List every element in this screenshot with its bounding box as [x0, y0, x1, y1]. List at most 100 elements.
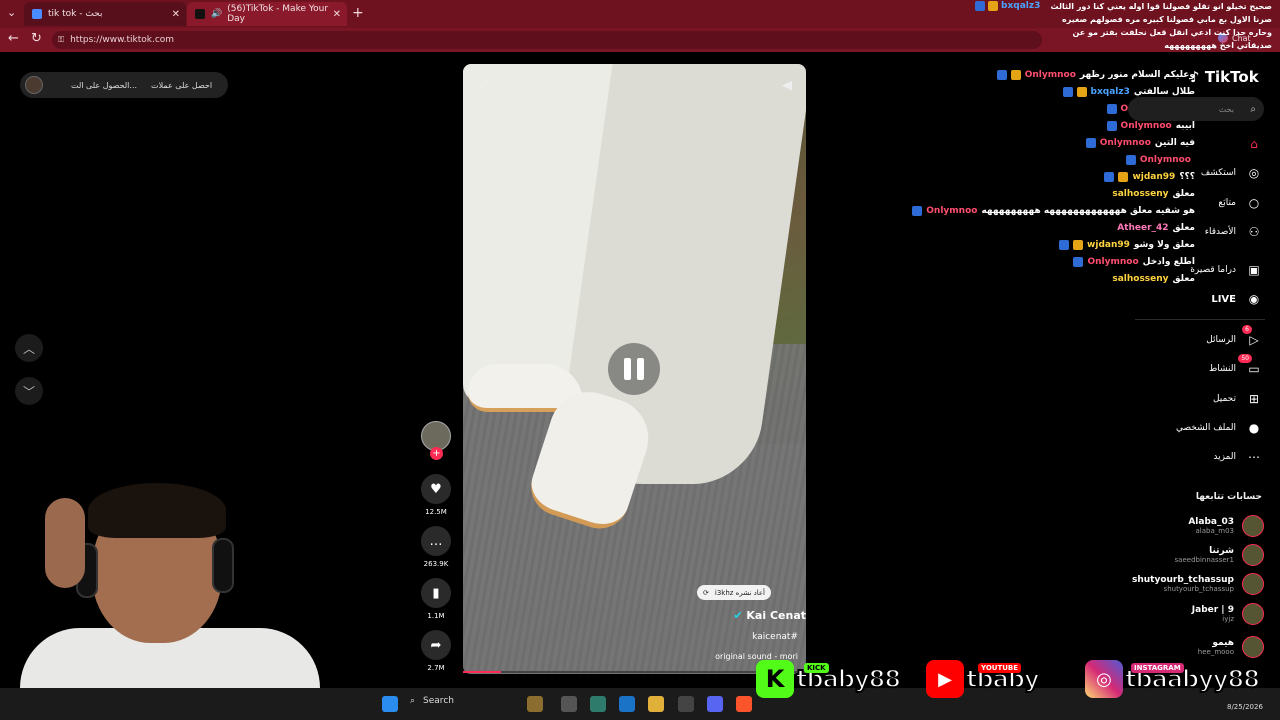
chat-message: salhosseny معلق: [975, 270, 1195, 287]
drama-icon: ▣: [1248, 263, 1260, 277]
chat-message: wjdan99 ؟؟؟: [975, 168, 1195, 185]
tab-menu-icon[interactable]: ⌄: [7, 6, 16, 19]
task-view-icon[interactable]: [561, 696, 577, 712]
avatar[interactable]: [25, 76, 43, 94]
new-tab-icon[interactable]: +: [352, 5, 364, 21]
copilot-taskbar-icon[interactable]: [590, 696, 606, 712]
sidebar-item-label: دراما قصيرة: [1190, 265, 1236, 275]
share-icon[interactable]: ➦: [421, 630, 451, 660]
more-options-icon[interactable]: ⋯: [515, 78, 528, 93]
comment-action[interactable]: … 263.9K: [421, 526, 451, 568]
search-icon: ⌕: [410, 696, 416, 706]
close-icon[interactable]: ✕: [333, 9, 341, 20]
tab-tiktok[interactable]: 🔊 (56)TikTok - Make Your Day ✕: [187, 2, 347, 26]
pause-bar: [637, 358, 644, 380]
search-input[interactable]: بحث ⌕: [1128, 97, 1264, 121]
store-icon[interactable]: [678, 696, 694, 712]
brave-icon[interactable]: [736, 696, 752, 712]
chat-username: Onlymnoo: [1099, 137, 1151, 148]
comment-icon[interactable]: …: [421, 526, 451, 556]
home-icon: ⌂: [1250, 137, 1258, 151]
chat-text: ابيبه: [1175, 120, 1195, 131]
activity-icon: ▭: [1248, 362, 1260, 376]
following-account[interactable]: Jaber | 9 iyjz: [1192, 603, 1264, 625]
sidebar-item-upload[interactable]: تحميل ⊞: [1213, 392, 1262, 406]
pause-button[interactable]: [608, 343, 660, 395]
coins-label[interactable]: احصل على عملات: [151, 81, 212, 90]
windows-start-icon[interactable]: [382, 696, 398, 712]
tiktok-logo[interactable]: ♪ TikTok: [1190, 68, 1259, 86]
edge-icon[interactable]: [619, 696, 635, 712]
sidebar-item-messages[interactable]: الرسائل ▷ 6: [1206, 325, 1262, 347]
crown-badge-icon: [988, 1, 998, 11]
next-video-button[interactable]: ﹀: [15, 377, 43, 405]
mute-icon[interactable]: ◀: [782, 78, 792, 93]
chat-message: Onlymnoo اطلع وادخل: [975, 253, 1195, 270]
sidebar-item-profile[interactable]: الملف الشخصي ●: [1176, 421, 1262, 435]
sidebar-item-live[interactable]: LIVE ◉: [1211, 292, 1262, 306]
speaker-icon[interactable]: 🔊: [211, 9, 222, 19]
crown-badge-icon: [1010, 69, 1021, 80]
previous-video-button[interactable]: ︿: [15, 334, 43, 362]
sidebar-divider: [1135, 319, 1265, 320]
follow-plus-icon[interactable]: +: [430, 447, 443, 460]
following-account[interactable]: shutyourb_tchassup shutyourb_tchassup: [1132, 573, 1264, 595]
youtube-logo-icon: ▶: [926, 660, 964, 698]
video-progress[interactable]: [463, 671, 806, 673]
search-icon[interactable]: ⌕: [1250, 104, 1256, 115]
sidebar-item-home[interactable]: ⌂: [1236, 137, 1262, 151]
widget-icon[interactable]: [527, 696, 543, 712]
sidebar-item-label: النشاط: [1208, 364, 1236, 374]
share-action[interactable]: ➦ 2.7M: [421, 630, 451, 672]
sub-badge-icon: [1106, 120, 1117, 131]
close-icon[interactable]: ✕: [172, 9, 180, 20]
folder-icon[interactable]: [648, 696, 664, 712]
video-author-name[interactable]: Kai Cenat: [746, 609, 806, 622]
avatar[interactable]: [1242, 573, 1264, 595]
avatar[interactable]: [1242, 515, 1264, 537]
like-action[interactable]: ♥ 12.5M: [421, 474, 451, 516]
taskbar-search[interactable]: ⌕ Search: [410, 696, 454, 706]
chat-text: فيه التين: [1154, 137, 1195, 148]
avatar[interactable]: [1242, 603, 1264, 625]
sidebar-item-avatar[interactable]: متابَع ○: [1218, 196, 1262, 210]
reload-icon[interactable]: ↻: [31, 31, 42, 46]
account-name: Jaber | 9: [1191, 605, 1234, 615]
sidebar-item-activity[interactable]: النشاط ▭ 50: [1208, 354, 1262, 376]
back-arrow-icon[interactable]: ←: [8, 31, 19, 46]
chat-message: Onlymnoo فيه التين: [975, 134, 1195, 151]
tab-title: tik tok - بحث: [48, 9, 103, 19]
heart-icon[interactable]: ♥: [421, 474, 451, 504]
discord-icon[interactable]: [707, 696, 723, 712]
url-field[interactable]: ⚿ https://www.tiktok.com: [52, 31, 1042, 49]
account-handle: alaba_m03: [1195, 527, 1234, 535]
repost-chip[interactable]: ⟳ i3khz أعاد نشره: [697, 585, 771, 600]
like-count: 12.5M: [425, 508, 447, 516]
following-account[interactable]: شرتنا saeedbinnasser1: [1175, 544, 1264, 566]
verified-icon: ✔: [733, 609, 747, 622]
chat-text: طلال سالفتي: [1133, 86, 1195, 97]
sidebar-item-more[interactable]: المزيد ⋯: [1213, 450, 1262, 464]
avatar[interactable]: [1242, 636, 1264, 658]
screen: ⌄ tik tok - بحث ✕ 🔊 (56)TikTok - Make Yo…: [0, 0, 1280, 720]
video-hashtag[interactable]: kaicenat#: [752, 632, 798, 642]
sidebar-item-compass[interactable]: استكشف ◎: [1201, 166, 1262, 180]
friends-icon: ⚇: [1248, 225, 1260, 239]
coins-pill[interactable]: الحصول على الت... احصل على عملات: [20, 72, 228, 98]
sub-badge-icon: [1106, 103, 1117, 114]
messages-icon: ▷: [1249, 333, 1259, 347]
sidebar-item-friends[interactable]: الأصدقاء ⚇: [1205, 225, 1262, 239]
following-account[interactable]: Alaba_03 alaba_m03: [1188, 515, 1264, 537]
top-chat-user: bxqalz3: [975, 1, 1040, 11]
sidebar-item-drama[interactable]: دراما قصيرة ▣: [1190, 263, 1262, 277]
expand-icon[interactable]: ⤢: [479, 78, 489, 93]
video-author[interactable]: ✔ Kai Cenat: [733, 609, 806, 622]
avatar[interactable]: [1242, 544, 1264, 566]
social-kick: K KICK tbaby88: [756, 660, 902, 698]
tab-search[interactable]: tik tok - بحث ✕: [24, 2, 186, 26]
bookmark-icon[interactable]: ▮: [421, 578, 451, 608]
save-action[interactable]: ▮ 1.1M: [421, 578, 451, 620]
chat-username: Onlymnoo: [1087, 256, 1139, 267]
following-account[interactable]: هيمو hee_mooo: [1198, 636, 1264, 658]
get-label[interactable]: الحصول على الت...: [71, 81, 137, 90]
